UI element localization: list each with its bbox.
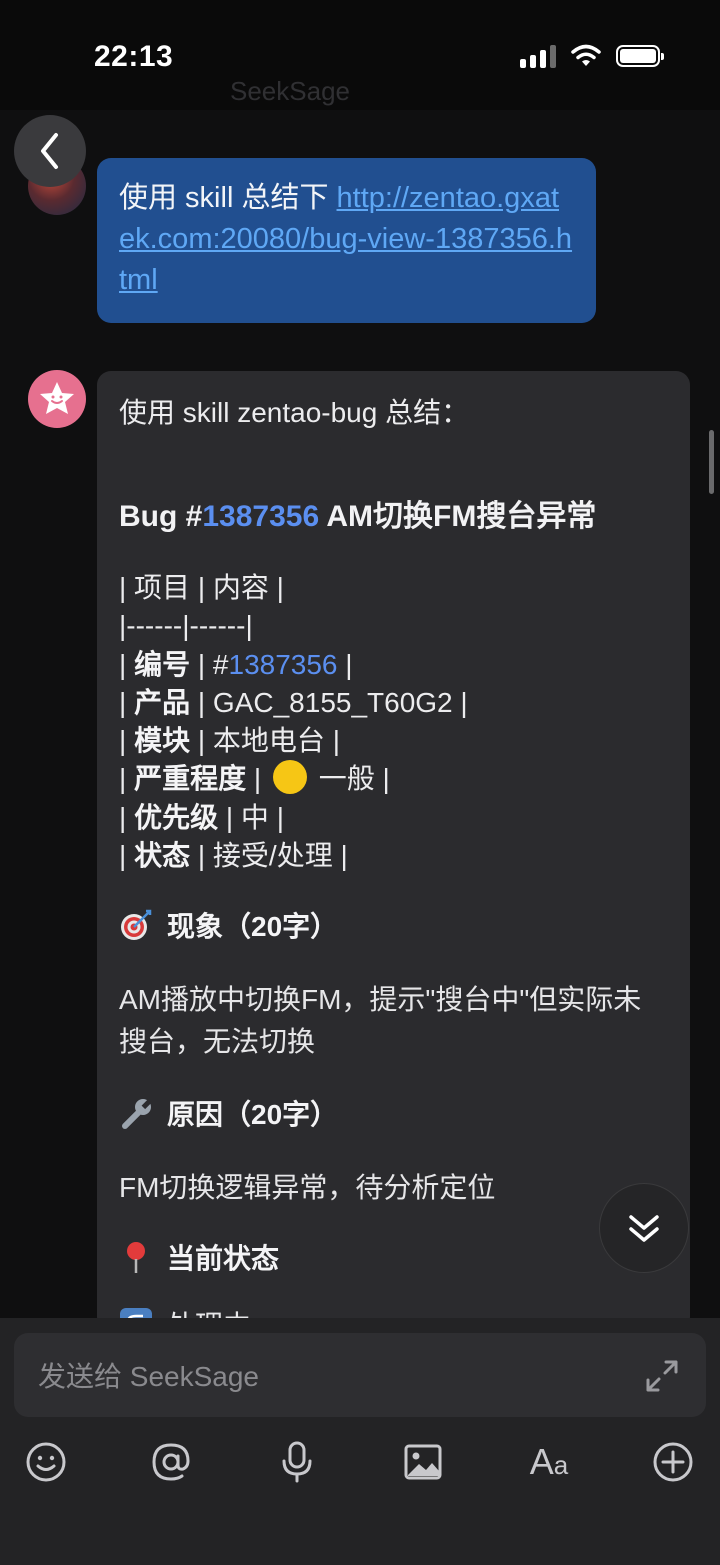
image-button[interactable] bbox=[401, 1440, 445, 1484]
scroll-to-bottom-button[interactable] bbox=[599, 1183, 689, 1273]
chat-title: SeekSage bbox=[230, 76, 350, 106]
text-format-icon: Aa bbox=[529, 1441, 569, 1482]
emoji-button[interactable] bbox=[24, 1440, 68, 1484]
status-bar: 22:13 SeekSage bbox=[0, 0, 720, 110]
microphone-icon bbox=[282, 1441, 312, 1483]
cause-heading: 原因（20字） bbox=[119, 1095, 668, 1135]
emoji-icon bbox=[26, 1442, 66, 1482]
table-row-status: | 状态 | 接受/处理 | bbox=[119, 840, 348, 872]
wifi-icon bbox=[571, 44, 601, 66]
chevron-left-icon bbox=[41, 133, 58, 169]
bug-title: Bug #1387356 AM切换FM搜台异常 bbox=[119, 500, 597, 533]
expand-icon[interactable] bbox=[644, 1358, 680, 1394]
bot-message-bubble: 使用 skill zentao-bug 总结： Bug #1387356 AM切… bbox=[97, 371, 690, 1331]
bot-avatar[interactable] bbox=[28, 370, 86, 428]
table-row-module: | 模块 | 本地电台 | bbox=[119, 725, 340, 757]
phenomenon-text: AM播放中切换FM，提示"搜台中"但实际未搜台，无法切换 bbox=[119, 984, 642, 1058]
star-face-icon bbox=[40, 382, 74, 414]
message-input-placeholder: 发送给 SeekSage bbox=[38, 1361, 259, 1392]
table-header: | 项目 | 内容 | bbox=[119, 572, 284, 603]
user-message-text: 使用 skill 总结下 http://zentao.gxatek.com:20… bbox=[119, 178, 574, 301]
user-message-prefix: 使用 skill 总结下 bbox=[119, 182, 337, 214]
table-separator: |------|------| bbox=[119, 610, 253, 642]
plus-circle-icon bbox=[653, 1442, 693, 1482]
bug-number-link[interactable]: 1387356 bbox=[202, 500, 319, 533]
dart-target-icon bbox=[121, 910, 152, 941]
status-time: 22:13 bbox=[94, 40, 174, 73]
pushpin-icon bbox=[127, 1242, 145, 1274]
table-row-product: | 产品 | GAC_8155_T60G2 | bbox=[119, 686, 468, 718]
message-input[interactable]: 发送给 SeekSage bbox=[14, 1333, 706, 1417]
more-button[interactable] bbox=[651, 1440, 695, 1484]
image-icon bbox=[404, 1444, 442, 1480]
status-icons bbox=[520, 44, 664, 68]
voice-button[interactable] bbox=[275, 1440, 319, 1484]
table-row-id: | 编号 | #1387356 | bbox=[119, 648, 353, 680]
bug-info-table: | 项目 | 内容 | |------|------| | 编号 | #1387… bbox=[119, 569, 668, 875]
battery-icon bbox=[616, 45, 664, 67]
status-heading: 当前状态 bbox=[119, 1239, 668, 1279]
phenomenon-heading: 现象（20字） bbox=[119, 907, 668, 947]
table-row-priority: | 优先级 | 中 | bbox=[119, 801, 284, 833]
user-message-bubble: 使用 skill 总结下 http://zentao.gxatek.com:20… bbox=[97, 158, 596, 323]
bot-intro-text: 使用 skill zentao-bug 总结： bbox=[119, 397, 470, 428]
wrench-icon bbox=[122, 1099, 152, 1130]
scrollbar-thumb[interactable] bbox=[709, 430, 714, 494]
composer-area: 发送给 SeekSage Aa bbox=[0, 1318, 720, 1565]
yellow-circle-icon bbox=[272, 760, 307, 795]
text-format-button[interactable]: Aa bbox=[526, 1440, 572, 1484]
back-button[interactable] bbox=[14, 115, 86, 187]
double-chevron-down-icon bbox=[629, 1215, 659, 1242]
bug-id-link[interactable]: 1387356 bbox=[229, 649, 338, 680]
cause-text: FM切换逻辑异常，待分析定位 bbox=[119, 1172, 496, 1204]
composer-toolbar: Aa bbox=[0, 1440, 720, 1500]
table-row-severity: | 严重程度 | 一般 | bbox=[119, 760, 668, 798]
mention-button[interactable] bbox=[149, 1440, 193, 1484]
at-icon bbox=[152, 1443, 190, 1481]
cellular-signal-icon bbox=[520, 44, 556, 68]
